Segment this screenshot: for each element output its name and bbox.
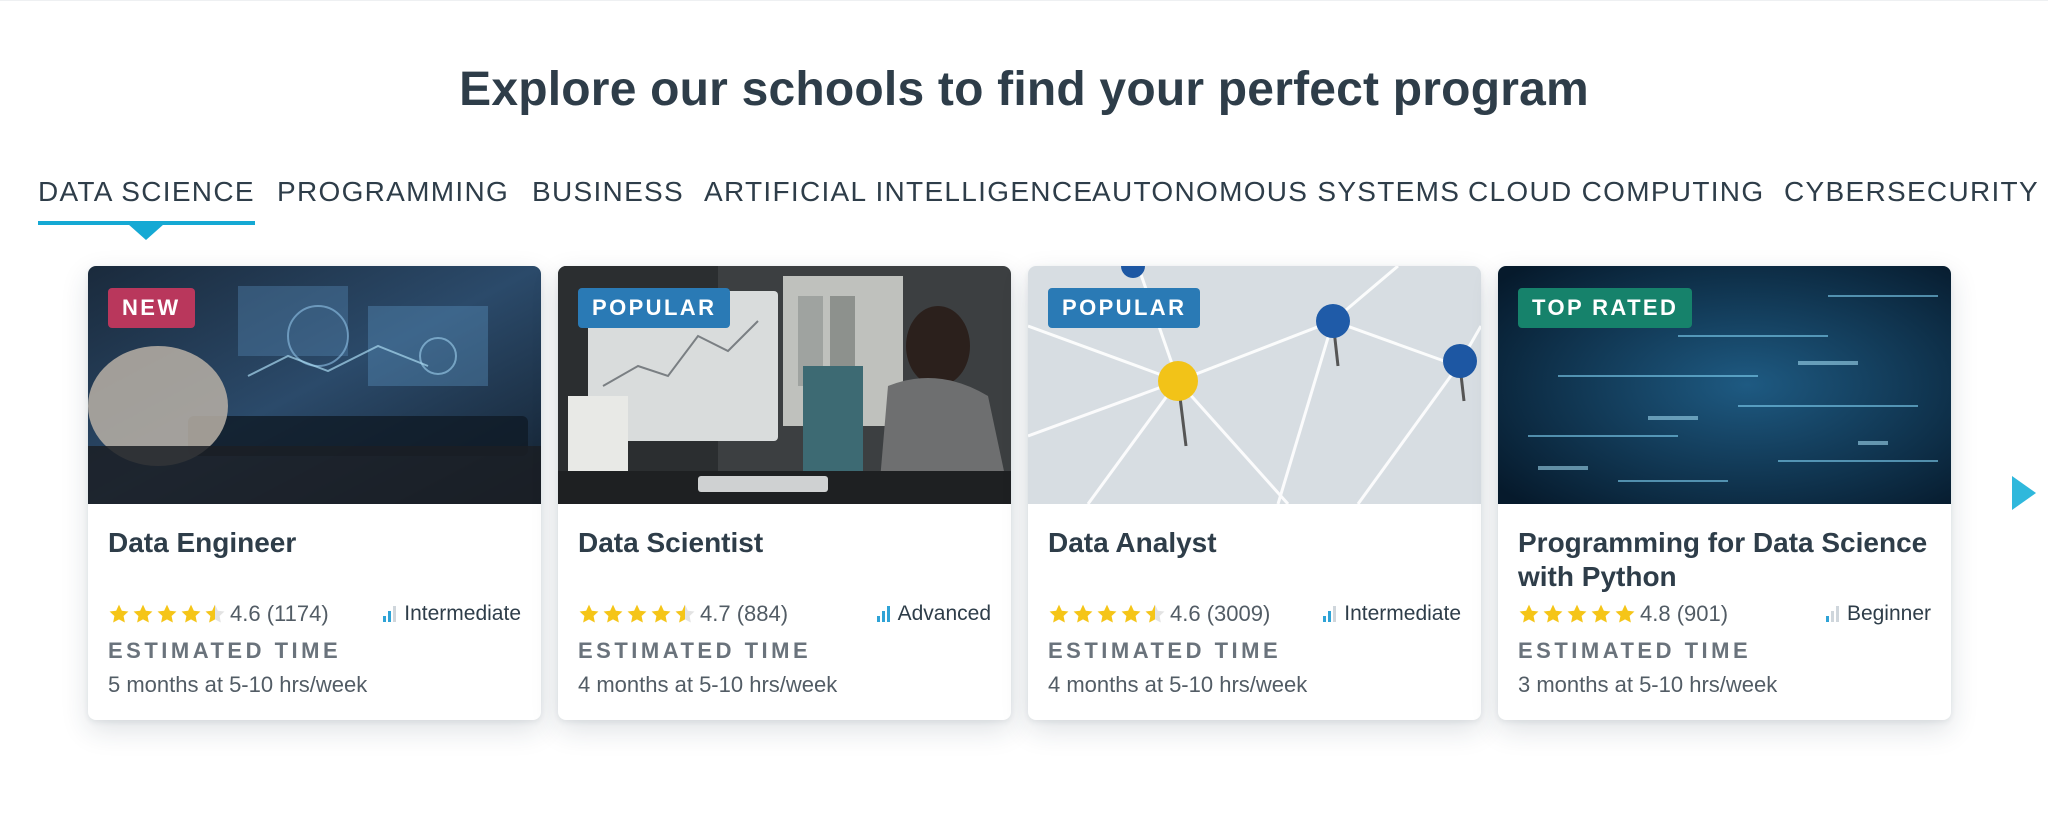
tab-cybersecurity[interactable]: CYBERSECURITY (1784, 176, 2039, 208)
card-title: Data Analyst (1048, 527, 1217, 558)
star-icon (1049, 604, 1069, 623)
rating-row: 4.6 (3009) Intermediate (1048, 600, 1461, 628)
tab-business[interactable]: BUSINESS (532, 176, 684, 208)
star-rating: 4.6 (1174) (108, 600, 329, 628)
half-star-icon (1145, 604, 1165, 623)
tab-label: DATA SCIENCE (38, 176, 255, 207)
card-title: Data Engineer (108, 527, 297, 558)
level-label: Beginner (1846, 602, 1931, 625)
half-star-icon (675, 604, 695, 623)
estimated-time-label: ESTIMATED TIME (108, 638, 342, 663)
card-image-digital-code-background: TOP RATED (1498, 266, 1951, 504)
program-card-data-engineer[interactable]: NEW Data Engineer 4.6 (1174) Intermediat… (88, 266, 541, 720)
program-card-data-analyst[interactable]: POPULAR Data Analyst 4.6 (3009) Intermed… (1028, 266, 1481, 720)
level-intermediate-icon (1323, 606, 1337, 622)
estimated-time-value: 5 months at 5-10 hrs/week (108, 672, 368, 697)
level-beginner-icon (1825, 606, 1839, 622)
estimated-time-label: ESTIMATED TIME (578, 638, 812, 663)
card-image-woman-at-computer: POPULAR (558, 266, 1011, 504)
tab-label: AUTONOMOUS SYSTEMS (1092, 176, 1461, 207)
tab-programming[interactable]: PROGRAMMING (277, 176, 509, 208)
card-title: Programming for Data Science with Python (1518, 527, 1928, 592)
rating-text: 4.6 (1174) (230, 601, 329, 626)
badge-popular: POPULAR (578, 288, 731, 328)
estimated-time-label: ESTIMATED TIME (1048, 638, 1282, 663)
star-icon (1097, 604, 1117, 623)
star-icon (603, 604, 623, 623)
rating-row: 4.6 (1174) Intermediate (108, 600, 521, 628)
level-label: Advanced (897, 602, 991, 625)
top-divider (0, 0, 2048, 1)
level-indicator: Intermediate (383, 600, 521, 628)
tab-autonomous-systems[interactable]: AUTONOMOUS SYSTEMS (1092, 176, 1460, 208)
star-icon (1567, 604, 1587, 623)
half-star-icon (205, 604, 225, 623)
tab-label: ARTIFICIAL INTELLIGENCE (704, 176, 1094, 207)
rating-text: 4.8 (901) (1640, 601, 1729, 626)
star-icon (651, 604, 671, 623)
star-icon (1073, 604, 1093, 623)
card-image-pins-connected-by-strings: POPULAR (1028, 266, 1481, 504)
star-icon (1543, 604, 1563, 623)
estimated-time-value: 4 months at 5-10 hrs/week (578, 672, 838, 697)
star-icon (1121, 604, 1141, 623)
program-card-data-scientist[interactable]: POPULAR Data Scientist 4.7 (884) Advance… (558, 266, 1011, 720)
level-indicator: Beginner (1825, 600, 1931, 628)
rating-row: 4.7 (884) Advanced (578, 600, 991, 628)
star-rating: 4.7 (884) (578, 600, 788, 628)
program-card-programming-python[interactable]: TOP RATED Programming for Data Science w… (1498, 266, 1951, 720)
tab-label: CLOUD COMPUTING (1468, 176, 1765, 207)
estimated-time-label: ESTIMATED TIME (1518, 638, 1752, 663)
star-icon (579, 604, 599, 623)
card-title: Data Scientist (578, 527, 764, 558)
level-indicator: Intermediate (1323, 600, 1461, 628)
badge-popular: POPULAR (1048, 288, 1201, 328)
level-label: Intermediate (1344, 602, 1461, 625)
star-rating: 4.6 (3009) (1048, 600, 1270, 628)
star-icon (133, 604, 153, 623)
star-icon (1519, 604, 1539, 623)
tab-label: PROGRAMMING (277, 176, 510, 207)
badge-top-rated: TOP RATED (1518, 288, 1693, 328)
level-intermediate-icon (383, 606, 397, 622)
star-icon (1591, 604, 1611, 623)
level-advanced-icon (876, 606, 890, 622)
chevron-right-icon[interactable] (2012, 476, 2036, 510)
badge-new: NEW (108, 288, 195, 328)
rating-row: 4.8 (901) Beginner (1518, 600, 1931, 628)
tab-cloud-computing[interactable]: CLOUD COMPUTING (1468, 176, 1764, 208)
star-icon (1615, 604, 1635, 623)
rating-text: 4.7 (884) (700, 601, 789, 626)
estimated-time-value: 3 months at 5-10 hrs/week (1518, 672, 1778, 697)
tab-data-science[interactable]: DATA SCIENCE (38, 176, 255, 240)
star-icon (157, 604, 177, 623)
star-icon (627, 604, 647, 623)
active-tab-caret-icon (128, 224, 165, 240)
tab-label: BUSINESS (532, 176, 684, 207)
level-label: Intermediate (404, 602, 521, 625)
card-image-tablet-data-visualization: NEW (88, 266, 541, 504)
star-icon (109, 604, 129, 623)
page-title: Explore our schools to find your perfect… (459, 63, 1589, 116)
school-tabs: DATA SCIENCE PROGRAMMING BUSINESS ARTIFI… (0, 176, 2048, 240)
tab-artificial-intelligence[interactable]: ARTIFICIAL INTELLIGENCE (704, 176, 1093, 208)
level-indicator: Advanced (876, 600, 991, 628)
star-icon (181, 604, 201, 623)
star-rating: 4.8 (901) (1518, 600, 1728, 628)
rating-text: 4.6 (3009) (1170, 601, 1271, 626)
tab-label: CYBERSECURITY (1784, 176, 2039, 207)
estimated-time-value: 4 months at 5-10 hrs/week (1048, 672, 1308, 697)
